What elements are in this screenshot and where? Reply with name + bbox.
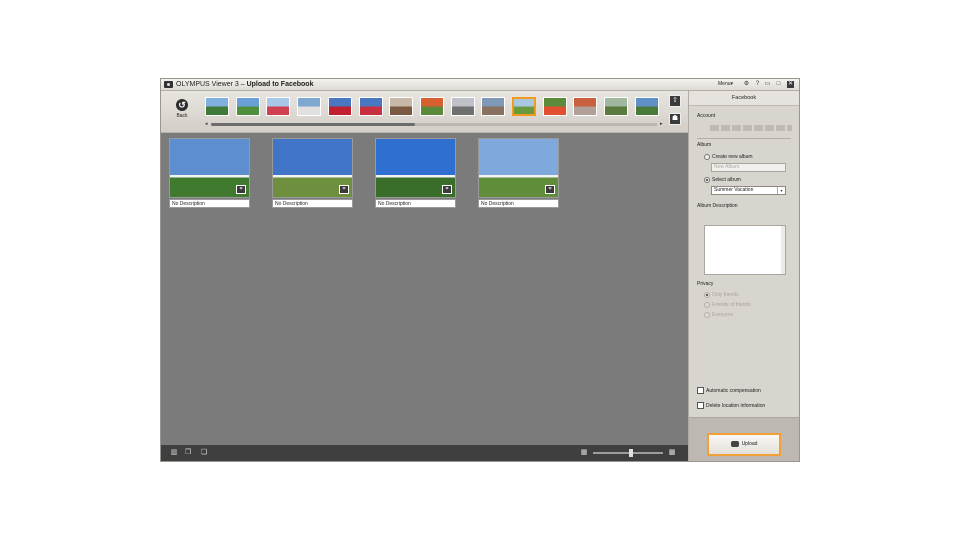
filmstrip-thumbnail[interactable] [481,97,506,116]
filmstrip-thumbnail[interactable] [450,97,475,116]
photo-card[interactable]: ⌗ No Description [169,138,250,210]
photo-card[interactable]: ⌗ No Description [375,138,456,210]
photo-description-field[interactable]: No Description [478,199,559,208]
menu-button[interactable]: Menu▾ [718,81,733,88]
select-album-label: Select album [712,177,741,183]
filmstrip-thumbnail[interactable] [327,97,352,116]
upload-label: Upload [741,441,758,447]
upload-area: Upload [689,417,799,461]
back-arrow-icon: ↺ [176,99,188,111]
privacy-only-friends-radio[interactable] [704,292,710,298]
album-description-input[interactable] [704,225,786,275]
facebook-panel: Facebook Account Album Create new album … [688,91,799,461]
privacy-everyone-radio[interactable] [704,312,710,318]
filmstrip-thumbnail[interactable] [419,97,444,116]
camera-app-icon [164,81,173,88]
filmstrip-thumbnail[interactable] [512,97,536,116]
filmstrip-thumbnail[interactable] [205,97,229,116]
window-title: OLYMPUS Viewer 3 – Upload to Facebook [176,81,314,88]
privacy-friends-of-friends-label: Friends of friends [712,302,751,308]
scroll-left-icon[interactable]: ◂ [205,121,208,127]
account-name-redacted [710,125,792,131]
create-new-album-label: Create new album [712,154,753,160]
zoom-slider[interactable] [593,449,663,457]
back-button[interactable]: ↺ Back [170,99,194,127]
title-bar: OLYMPUS Viewer 3 – Upload to Facebook Me… [161,79,799,91]
toolbar: ↺ Back ◂ ▸ ⇧ ☗ [161,91,688,133]
trash-icon[interactable]: ▥ [170,449,178,457]
filmstrip-thumbnail[interactable] [542,97,567,116]
album-label: Album [697,142,712,148]
crop-icon[interactable]: ⌗ [442,185,452,194]
filmstrip-thumbnail[interactable] [266,97,291,116]
minimize-icon[interactable]: ▭ [764,81,771,88]
user-icon[interactable]: ☗ [669,113,681,125]
photo-card[interactable]: ⌗ No Description [478,138,559,210]
crop-icon[interactable]: ⌗ [236,185,246,194]
album-description-label: Album Description [697,203,738,209]
panel-title: Facebook [689,91,799,106]
copy-icon[interactable]: ❐ [184,449,192,457]
duplicate-icon[interactable]: ❏ [200,449,208,457]
close-icon[interactable]: ✕ [787,81,794,88]
filmstrip-thumbnail[interactable] [573,97,598,116]
photo-thumbnail[interactable]: ⌗ [272,138,353,198]
photo-description-field[interactable]: No Description [169,199,250,208]
album-select[interactable]: Summer Vacation ▾ [711,186,786,195]
new-album-input[interactable]: New Album [711,163,786,172]
delete-location-checkbox[interactable] [697,402,704,409]
divider [697,138,791,139]
upload-button[interactable]: Upload [707,433,781,456]
privacy-friends-of-friends-radio[interactable] [704,302,710,308]
filmstrip [205,97,665,119]
privacy-label: Privacy [697,281,714,287]
album-select-value: Summer Vacation [714,187,754,193]
filmstrip-thumbnail[interactable] [389,97,414,116]
photo-description-field[interactable]: No Description [272,199,353,208]
bottom-bar: ▥ ❐ ❏ ▦ ▩ [161,445,688,461]
filmstrip-thumbnail[interactable] [634,97,659,116]
scroll-right-icon[interactable]: ▸ [660,121,663,127]
auto-compensation-checkbox[interactable] [697,387,704,394]
scroll-thumb[interactable] [211,123,415,126]
delete-location-label: Delete location information [706,403,766,409]
photo-grid: ⌗ No Description ⌗ No Description ⌗ No Descri… [161,133,688,445]
gear-icon[interactable]: ⚙ [743,81,750,88]
chevron-down-icon[interactable]: ▾ [777,187,785,194]
filmstrip-thumbnail[interactable] [604,97,629,116]
create-new-album-radio[interactable] [704,154,710,160]
photo-thumbnail[interactable]: ⌗ [169,138,250,198]
crop-icon[interactable]: ⌗ [339,185,349,194]
help-icon[interactable]: ? [754,81,761,88]
privacy-everyone-label: Everyone [712,312,734,318]
large-grid-icon[interactable]: ▩ [668,449,676,457]
share-icon[interactable]: ⇧ [669,95,681,107]
back-label: Back [176,113,188,119]
filmstrip-scrollbar[interactable]: ◂ ▸ [205,121,665,127]
app-window: OLYMPUS Viewer 3 – Upload to Facebook Me… [160,78,800,462]
crop-icon[interactable]: ⌗ [545,185,555,194]
zoom-slider-knob[interactable] [629,449,633,457]
photo-thumbnail[interactable]: ⌗ [478,138,559,198]
photo-thumbnail[interactable]: ⌗ [375,138,456,198]
photo-card[interactable]: ⌗ No Description [272,138,353,210]
upload-icon [730,440,739,447]
maximize-icon[interactable]: □ [775,81,782,88]
photo-description-field[interactable]: No Description [375,199,456,208]
filmstrip-thumbnail[interactable] [358,97,383,116]
account-label: Account [697,113,716,119]
description-scrollbar[interactable] [781,226,785,274]
privacy-only-friends-label: Only friends [712,292,739,298]
small-grid-icon[interactable]: ▦ [580,449,588,457]
filmstrip-thumbnail[interactable] [297,97,322,116]
select-album-radio[interactable] [704,177,710,183]
auto-compensation-label: Automatic compensation [706,388,761,394]
filmstrip-thumbnail[interactable] [235,97,260,116]
